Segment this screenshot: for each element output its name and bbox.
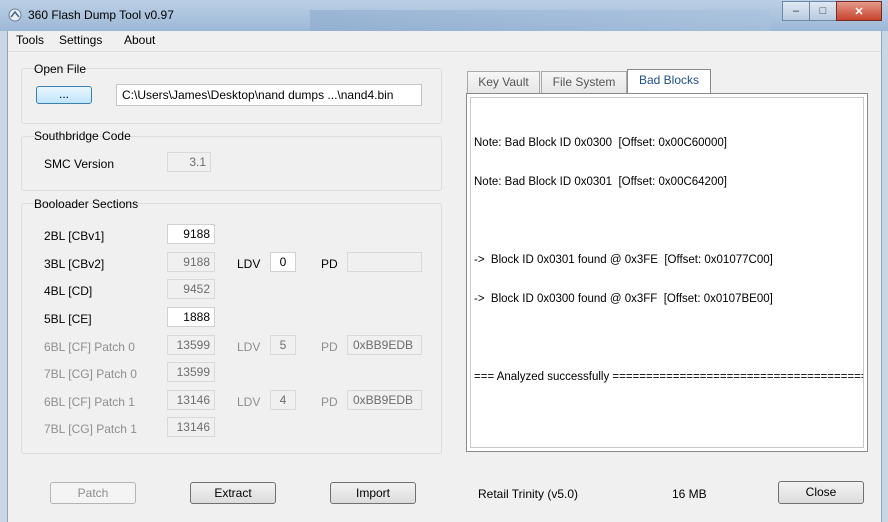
file-path-field[interactable]: C:\Users\James\Desktop\nand dumps ...\na… [116,84,422,106]
bl-row-label: 6BL [CF] Patch 1 [44,395,135,409]
ldv-field[interactable]: 5 [270,335,296,355]
open-file-title: Open File [34,62,87,76]
bl-row-label: 7BL [CG] Patch 0 [44,367,137,381]
smc-version-field[interactable]: 3.1 [167,152,211,172]
close-button[interactable]: Close [778,481,864,504]
log-line: Note: Bad Block ID 0x0301 [Offset: 0x00C… [474,176,727,188]
pd-label: PD [321,395,338,409]
close-window-button[interactable]: ✕ [836,1,882,21]
bootloader-title: Booloader Sections [34,197,139,211]
menu-bar: Tools Settings About [8,31,881,52]
background-banner [310,10,770,31]
ldv-field[interactable]: 4 [270,390,296,410]
bad-blocks-panel: Note: Bad Block ID 0x0300 [Offset: 0x00C… [466,93,868,452]
window-title: 360 Flash Dump Tool v0.97 [28,8,174,22]
bl-row-value[interactable]: 9452 [167,279,215,299]
bl-row-label: 3BL [CBv2] [44,257,105,271]
log-line: -> Block ID 0x0300 found @ 0x3FF [Offset… [474,293,773,305]
bl-row-value[interactable]: 13146 [167,390,215,410]
pd-field[interactable]: 0xBB9EDB [347,390,422,410]
log-line: Note: Bad Block ID 0x0300 [Offset: 0x00C… [474,137,727,149]
menu-settings[interactable]: Settings [59,33,102,47]
bl-row-label: 2BL [CBv1] [44,229,105,243]
extract-button[interactable]: Extract [190,482,276,504]
tab-bad-blocks[interactable]: Bad Blocks [627,69,711,93]
ldv-label: LDV [237,340,261,354]
open-file-button[interactable]: ... [36,86,92,104]
maximize-button[interactable]: □ [809,1,837,21]
log-line: === Analyzed successfully ==============… [474,371,864,383]
bl-row-label: 5BL [CE] [44,312,92,326]
ldv-field[interactable]: 0 [270,252,296,272]
bl-row-label: 4BL [CD] [44,284,93,298]
pd-field[interactable] [347,252,422,272]
log-line: -> Block ID 0x0301 found @ 0x3FE [Offset… [474,254,773,266]
patch-button[interactable]: Patch [50,482,136,504]
bl-row-value[interactable]: 13599 [167,362,215,382]
nand-size-label: 16 MB [672,487,707,501]
tab-key-vault[interactable]: Key Vault [467,71,540,93]
bl-row-label: 7BL [CG] Patch 1 [44,422,137,436]
bl-row-value[interactable]: 1888 [167,307,215,327]
window-controls: – □ ✕ [782,1,882,21]
minimize-button[interactable]: – [782,1,810,21]
log-textarea[interactable]: Note: Bad Block ID 0x0300 [Offset: 0x00C… [470,97,864,448]
import-button[interactable]: Import [330,482,416,504]
ldv-label: LDV [237,395,261,409]
smc-version-label: SMC Version [44,157,115,171]
bl-row-value[interactable]: 13599 [167,335,215,355]
bl-row-value[interactable]: 13146 [167,417,215,437]
pd-label: PD [321,340,338,354]
southbridge-title: Southbridge Code [34,129,131,143]
tab-file-system[interactable]: File System [541,71,627,93]
app-icon [8,8,22,22]
menu-about[interactable]: About [124,33,155,47]
ldv-label: LDV [237,257,261,271]
bl-row-value[interactable]: 9188 [167,224,215,244]
bl-row-value[interactable]: 9188 [167,252,215,272]
client-area: Tools Settings About Open File ... C:\Us… [7,31,882,522]
menu-tools[interactable]: Tools [16,33,44,47]
console-type-label: Retail Trinity (v5.0) [478,487,579,501]
pd-field[interactable]: 0xBB9EDB [347,335,422,355]
title-bar[interactable]: 360 Flash Dump Tool v0.97 – □ ✕ [0,0,888,31]
bl-row-label: 6BL [CF] Patch 0 [44,340,135,354]
pd-label: PD [321,257,338,271]
